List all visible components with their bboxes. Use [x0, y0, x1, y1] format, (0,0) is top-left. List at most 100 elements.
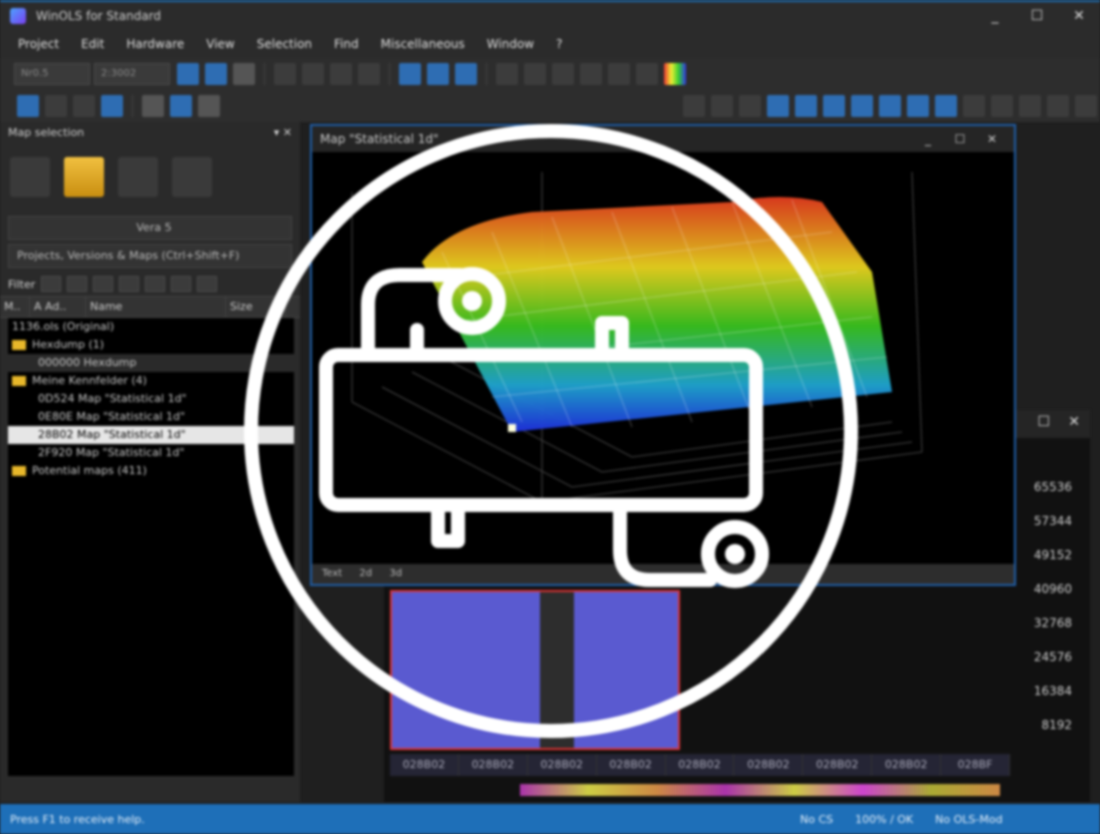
address-cell: 028B02 [459, 754, 528, 776]
calendar-icon[interactable] [1047, 95, 1069, 117]
align-center-icon[interactable] [302, 63, 324, 85]
view-mode-icon[interactable] [142, 95, 164, 117]
status-help: Press F1 to receive help. [10, 812, 145, 826]
align-right-icon[interactable] [330, 63, 352, 85]
logo-tab-bottom [431, 498, 465, 548]
document-icon[interactable] [1019, 95, 1041, 117]
status-zoom: 100% / OK [855, 812, 914, 826]
forward-icon[interactable] [711, 95, 733, 117]
filter-hex-icon[interactable] [171, 276, 192, 292]
menu-find[interactable]: Find [334, 37, 359, 51]
align-justify-icon[interactable] [358, 63, 380, 85]
value-spinner[interactable]: 2:3002 [94, 63, 170, 85]
menu-view[interactable]: View [206, 37, 234, 51]
view-dropdown-icon[interactable] [198, 95, 220, 117]
grid-icon[interactable] [233, 63, 255, 85]
address-spinner[interactable]: Nr0.5 [14, 63, 90, 85]
title-bar: WinOLS for Standard _ ☐ ✕ [0, 0, 1100, 30]
y-tick: 24576 [1033, 650, 1072, 664]
arrow-icon[interactable] [580, 63, 602, 85]
view-blue-icon[interactable] [170, 95, 192, 117]
filter-2d-icon[interactable] [67, 276, 88, 292]
globe-icon[interactable] [101, 95, 123, 117]
logo-knob-dot [725, 544, 745, 564]
filter-text-icon[interactable] [93, 276, 114, 292]
paste-icon[interactable] [205, 63, 227, 85]
y-tick: 49152 [1033, 548, 1072, 562]
y-tick: 32768 [1033, 616, 1072, 630]
hex-close-button[interactable]: ✕ [1068, 414, 1080, 430]
printer-alt-icon[interactable] [73, 95, 95, 117]
cols-icon[interactable] [427, 63, 449, 85]
toolbar-divider [132, 95, 133, 117]
logo-knob-dot [462, 291, 482, 311]
bookmark-icon[interactable] [963, 95, 985, 117]
menu-miscellaneous[interactable]: Miscellaneous [381, 37, 465, 51]
toolbar-divider [389, 63, 390, 85]
map-color-strip[interactable] [520, 784, 1000, 796]
menu-edit[interactable]: Edit [81, 37, 104, 51]
folder-icon[interactable] [636, 63, 658, 85]
y-tick: 65536 [1033, 480, 1072, 494]
undo-icon[interactable] [496, 63, 518, 85]
col-m[interactable]: M.. [0, 297, 30, 317]
menu-selection[interactable]: Selection [257, 37, 312, 51]
align-left-icon[interactable] [274, 63, 296, 85]
wave-icon[interactable] [608, 63, 630, 85]
next-icon[interactable] [907, 95, 929, 117]
address-cell: 028B02 [528, 754, 597, 776]
app-icon [10, 8, 26, 24]
menu-help[interactable]: ? [556, 37, 562, 51]
map-minimize-button[interactable]: _ [912, 126, 944, 152]
address-cell: 028BF [941, 754, 1011, 776]
menu-project[interactable]: Project [18, 37, 59, 51]
car-icon[interactable] [767, 95, 789, 117]
menu-hardware[interactable]: Hardware [126, 37, 184, 51]
search-icon[interactable] [991, 95, 1013, 117]
text-icon[interactable] [552, 63, 574, 85]
y-axis-labels: 65536 57344 49152 40960 32768 24576 1638… [1034, 480, 1072, 752]
hex-maximize-button[interactable]: ☐ [1037, 414, 1050, 430]
logo-body [319, 348, 763, 512]
new-file-icon[interactable] [10, 157, 50, 197]
stop-icon[interactable] [879, 95, 901, 117]
fast-forward-icon[interactable] [935, 95, 957, 117]
minimize-button[interactable]: _ [974, 2, 1016, 30]
address-cell: 028B02 [597, 754, 666, 776]
tools-icon[interactable] [172, 157, 212, 197]
printer-icon[interactable] [45, 95, 67, 117]
lock-icon[interactable] [739, 95, 761, 117]
col-address[interactable]: A Ad.. [30, 297, 86, 317]
redo-icon[interactable] [524, 63, 546, 85]
col-name[interactable]: Name [86, 297, 226, 317]
close-button[interactable]: ✕ [1058, 2, 1100, 30]
menu-window[interactable]: Window [487, 37, 534, 51]
filter-off-icon[interactable] [197, 276, 218, 292]
rows-icon[interactable] [399, 63, 421, 85]
open-folder-icon[interactable] [64, 157, 104, 197]
address-row: 028B02 028B02 028B02 028B02 028B02 028B0… [390, 754, 1011, 776]
y-tick: 8192 [1041, 718, 1072, 732]
filter-label: Filter [8, 277, 36, 291]
filter-map-icon[interactable] [119, 276, 140, 292]
prev-icon[interactable] [851, 95, 873, 117]
filter-flag-icon[interactable] [145, 276, 166, 292]
back-icon[interactable] [683, 95, 705, 117]
rewind-icon[interactable] [823, 95, 845, 117]
address-cell: 028B02 [872, 754, 942, 776]
scroll-left-icon[interactable] [1075, 95, 1097, 117]
map-close-button[interactable]: ✕ [976, 126, 1008, 152]
chart-icon[interactable] [17, 95, 39, 117]
copy-icon[interactable] [177, 63, 199, 85]
color-map-icon[interactable] [664, 63, 686, 85]
map-maximize-button[interactable]: ☐ [944, 126, 976, 152]
window-title: WinOLS for Standard [36, 9, 162, 23]
filter-1d-icon[interactable] [41, 276, 62, 292]
address-cell: 028B02 [803, 754, 873, 776]
maximize-button[interactable]: ☐ [1016, 2, 1058, 30]
address-cell: 028B02 [666, 754, 735, 776]
table-icon[interactable] [455, 63, 477, 85]
panel-title: Map selection [8, 125, 85, 139]
pause-icon[interactable] [795, 95, 817, 117]
import-icon[interactable] [118, 157, 158, 197]
